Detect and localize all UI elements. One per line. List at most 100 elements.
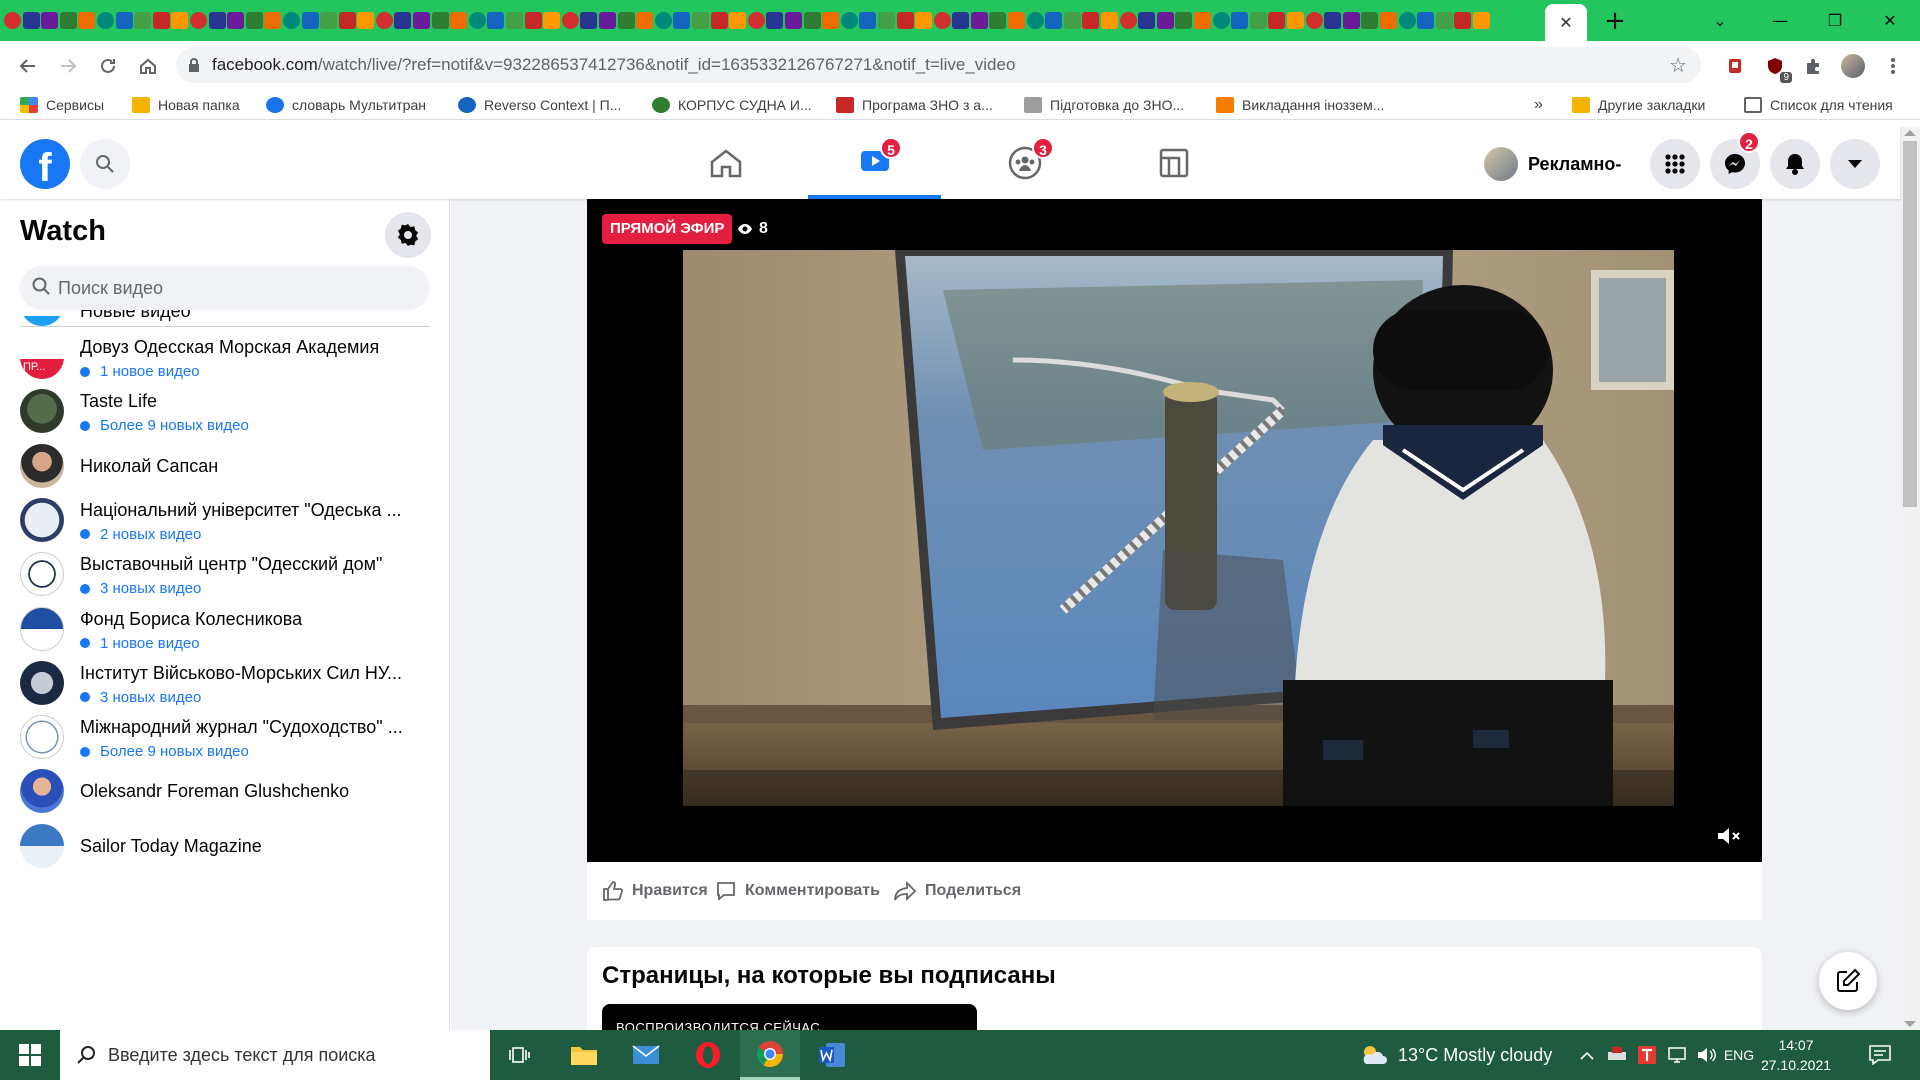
facebook-logo[interactable]: f	[20, 139, 70, 189]
bookmark-reverso[interactable]: Reverso Context | П...	[458, 94, 621, 116]
like-button[interactable]: Нравится	[602, 862, 708, 920]
file-explorer-button[interactable]	[554, 1030, 614, 1080]
pinned-tab[interactable]	[599, 12, 616, 29]
pinned-tab[interactable]	[543, 12, 561, 29]
bookmark-zno-program[interactable]: Програма ЗНО з а...	[836, 94, 993, 116]
pinned-tab[interactable]	[1286, 12, 1304, 29]
pinned-tab[interactable]	[1175, 12, 1193, 29]
tray-translator-icon[interactable]	[1634, 1030, 1660, 1080]
tab-search-button[interactable]: ⌄	[1690, 0, 1750, 41]
video-frame[interactable]	[683, 250, 1674, 806]
weather-widget[interactable]: 13°C Mostly cloudy	[1360, 1030, 1552, 1080]
bookmark-korpus[interactable]: КОРПУС СУДНА И...	[652, 94, 812, 116]
pinned-tab[interactable]	[4, 12, 21, 29]
address-bar[interactable]: facebook.com/watch/live/?ref=notif&v=932…	[176, 47, 1701, 83]
pinned-tab[interactable]	[1231, 12, 1249, 29]
taskbar-search-input[interactable]: Введите здесь текст для поиска	[60, 1030, 490, 1080]
pinned-tab[interactable]	[1417, 12, 1435, 29]
opera-button[interactable]	[678, 1030, 738, 1080]
pinned-tab[interactable]	[1138, 12, 1156, 29]
reload-button[interactable]	[92, 50, 124, 82]
pinned-tab[interactable]	[729, 12, 747, 29]
minimize-button[interactable]: —	[1750, 0, 1810, 41]
pinned-tab[interactable]	[970, 12, 988, 29]
nav-gaming[interactable]	[1107, 127, 1240, 199]
search-video-input[interactable]: Поиск видео	[20, 266, 430, 310]
profile-avatar[interactable]	[1840, 53, 1866, 79]
pinned-tab[interactable]	[59, 12, 77, 29]
pinned-tab[interactable]	[524, 12, 542, 29]
bookmark-apps[interactable]: Сервисы	[20, 94, 104, 116]
pinned-tab[interactable]	[896, 12, 914, 29]
extension-icon[interactable]	[1722, 53, 1748, 79]
pinned-tab[interactable]	[803, 12, 821, 29]
pinned-tab[interactable]	[431, 12, 449, 29]
maximize-button[interactable]: ❐	[1805, 0, 1865, 41]
scroll-down-icon[interactable]	[1904, 1021, 1916, 1027]
pinned-tab[interactable]	[487, 12, 505, 29]
pinned-tab[interactable]	[1119, 12, 1137, 29]
pinned-tab[interactable]	[915, 12, 933, 29]
menu-button[interactable]	[1650, 139, 1700, 189]
puzzle-extensions-icon[interactable]	[1800, 53, 1826, 79]
pinned-tab[interactable]	[96, 12, 114, 29]
pinned-tab[interactable]	[1026, 12, 1044, 29]
pinned-tab[interactable]	[877, 12, 895, 29]
pinned-tab[interactable]	[245, 12, 263, 29]
ublock-extension-icon[interactable]: 9	[1762, 53, 1792, 83]
active-tab[interactable]: ✕	[1545, 4, 1587, 41]
watch-settings-button[interactable]	[385, 212, 431, 258]
pinned-tab[interactable]	[636, 12, 654, 29]
notifications-button[interactable]	[1770, 139, 1820, 189]
pinned-tab[interactable]	[766, 12, 784, 29]
nav-watch[interactable]: 5	[808, 127, 941, 199]
bookmark-multitran[interactable]: словарь Мультитран	[266, 94, 426, 116]
bookmark-teaching[interactable]: Викладання іноззем...	[1216, 94, 1384, 116]
bookmark-star-icon[interactable]: ☆	[1669, 53, 1687, 77]
bookmarks-overflow-button[interactable]: »	[1534, 94, 1543, 116]
tray-app-icon[interactable]	[1604, 1030, 1630, 1080]
pinned-tab[interactable]	[1194, 12, 1211, 29]
pinned-tab[interactable]	[1082, 12, 1100, 29]
pinned-tab[interactable]	[1268, 12, 1286, 29]
bookmark-other[interactable]: Другие закладки	[1572, 94, 1705, 116]
scroll-up-icon[interactable]	[1904, 130, 1916, 136]
pinned-tab[interactable]	[691, 12, 709, 29]
pinned-tab[interactable]	[227, 12, 245, 29]
page-scrollbar[interactable]	[1900, 127, 1920, 1030]
chrome-button[interactable]	[740, 1030, 800, 1080]
back-button[interactable]	[12, 50, 44, 82]
profile-button[interactable]: Рекламно-	[1484, 144, 1621, 184]
mute-button[interactable]	[1712, 821, 1746, 851]
pinned-tab[interactable]	[1305, 12, 1323, 29]
pinned-tab[interactable]	[840, 12, 858, 29]
pinned-tab[interactable]	[561, 12, 579, 29]
pinned-tab[interactable]	[1045, 12, 1063, 29]
pinned-tab[interactable]	[78, 12, 96, 29]
pinned-tab[interactable]	[1101, 12, 1119, 29]
task-view-button[interactable]	[490, 1030, 550, 1080]
pinned-tab[interactable]	[1249, 12, 1267, 29]
pinned-tab[interactable]	[338, 12, 356, 29]
pinned-tab[interactable]	[189, 12, 207, 29]
pinned-tab[interactable]	[264, 12, 282, 29]
pinned-tab[interactable]	[859, 12, 877, 29]
chrome-menu-icon[interactable]	[1880, 53, 1906, 79]
lock-icon[interactable]	[176, 57, 212, 73]
pinned-tab[interactable]	[1063, 12, 1081, 29]
pinned-tab[interactable]	[450, 12, 468, 29]
pinned-tab[interactable]	[933, 12, 951, 29]
mail-button[interactable]	[616, 1030, 676, 1080]
pinned-tab[interactable]	[171, 12, 189, 29]
input-language-indicator[interactable]: ENG	[1720, 1030, 1758, 1080]
pinned-tab[interactable]	[320, 12, 338, 29]
close-window-button[interactable]: ✕	[1860, 0, 1920, 41]
pinned-tab[interactable]	[468, 12, 486, 29]
pinned-tab[interactable]	[673, 12, 691, 29]
pinned-tab[interactable]	[375, 12, 393, 29]
pinned-tab[interactable]	[952, 12, 970, 29]
pinned-tab[interactable]	[1398, 12, 1416, 29]
pinned-tab[interactable]	[1212, 12, 1230, 29]
pinned-tab[interactable]	[1472, 12, 1490, 29]
pinned-tab[interactable]	[580, 12, 598, 29]
